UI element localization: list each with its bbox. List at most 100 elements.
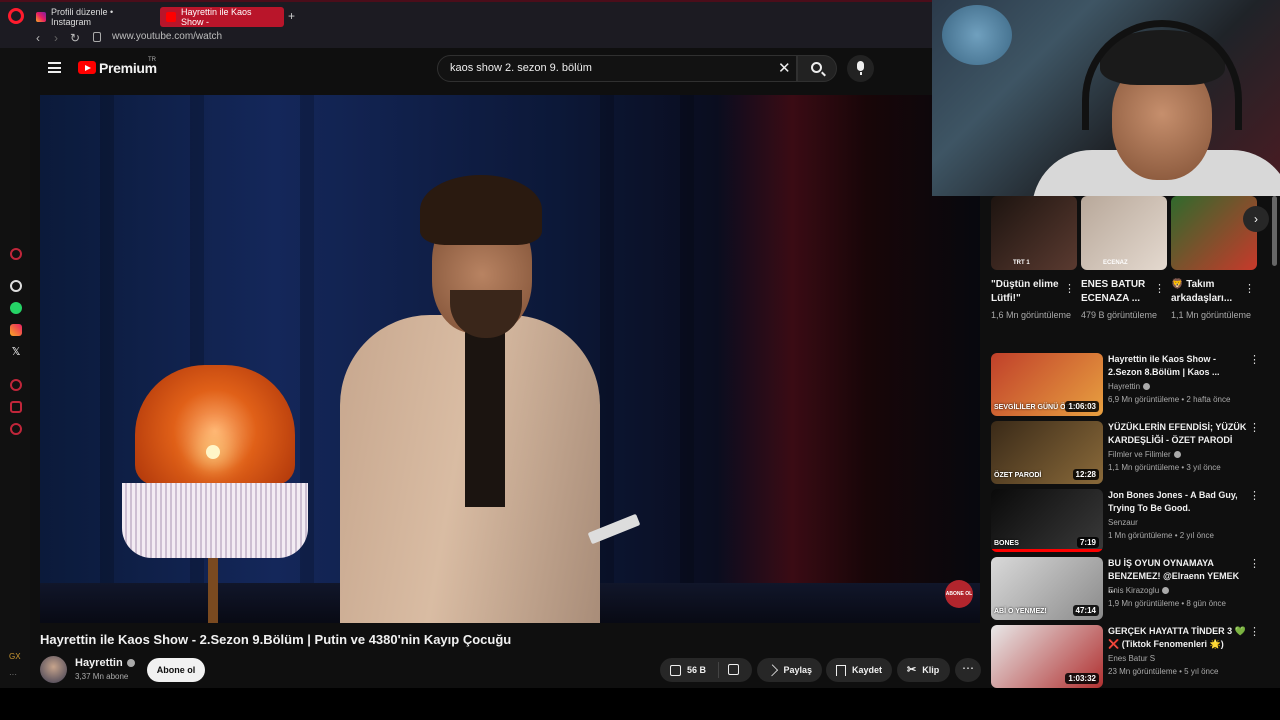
- x-twitter-icon[interactable]: 𝕏: [10, 346, 22, 358]
- save-button[interactable]: Kaydet: [826, 658, 892, 682]
- whatsapp-icon[interactable]: [10, 302, 22, 314]
- search-button[interactable]: [797, 55, 837, 82]
- curtain-fold: [100, 95, 114, 623]
- recommendation-thumbnail-4[interactable]: 1:03:32: [991, 625, 1103, 688]
- scissors-icon: ✂: [907, 663, 917, 676]
- sidebar-more-icon[interactable]: ···: [9, 670, 17, 679]
- forward-arrow-icon[interactable]: ›: [54, 30, 58, 46]
- verified-icon: [1173, 451, 1181, 459]
- channel-name-text[interactable]: Hayrettin: [75, 657, 123, 669]
- recommendation-thumbnail-3[interactable]: ABİ O YENMEZ! 47:14: [991, 557, 1103, 620]
- like-icon[interactable]: [670, 664, 681, 676]
- short-thumbnail-0[interactable]: TRT 1: [991, 196, 1077, 270]
- verified-icon: [1143, 383, 1151, 391]
- recommendation-title[interactable]: GERÇEK HAYATTA TİNDER 3 💚 ❌ (Tiktok Feno…: [1108, 625, 1248, 651]
- url-field[interactable]: www.youtube.com/watch: [112, 31, 222, 42]
- recommendation-title[interactable]: Hayrettin ile Kaos Show - 2.Sezon 8.Bölü…: [1108, 353, 1248, 379]
- short-menu-icon[interactable]: ⋮: [1064, 282, 1075, 295]
- reload-icon[interactable]: ↻: [70, 30, 80, 46]
- subscribe-button[interactable]: Abone ol: [147, 658, 205, 682]
- speed-dial-icon[interactable]: [10, 248, 22, 260]
- recommendation-menu-icon[interactable]: ⋮: [1249, 353, 1260, 366]
- new-tab-plus-icon[interactable]: +: [288, 10, 295, 22]
- tab-label: Hayrettin ile Kaos Show -: [181, 7, 252, 27]
- microphone-icon: [857, 61, 864, 75]
- short-title[interactable]: ENES BATUR ECENAZA ...: [1081, 278, 1151, 306]
- short-card[interactable]: ECENAZ ENES BATUR ECENAZA ... 479 B görü…: [1081, 196, 1167, 322]
- subscribe-watermark[interactable]: ABONE OL: [945, 580, 973, 608]
- short-title[interactable]: 🦁 Takım arkadaşları...: [1171, 278, 1241, 306]
- shelf-next-arrow-icon[interactable]: ›: [1243, 206, 1269, 232]
- bottom-black-bar: [0, 688, 1280, 720]
- recommendation-thumbnail-2[interactable]: BONES 7:19: [991, 489, 1103, 552]
- recommendation-item[interactable]: 1:03:32 GERÇEK HAYATTA TİNDER 3 💚 ❌ (Tik…: [991, 625, 1274, 689]
- recommendation-menu-icon[interactable]: ⋮: [1249, 625, 1260, 638]
- recommendation-menu-icon[interactable]: ⋮: [1249, 421, 1260, 434]
- channel-text[interactable]: Hayrettin: [1108, 382, 1140, 391]
- short-thumbnail-1[interactable]: ECENAZ: [1081, 196, 1167, 270]
- recommendation-title[interactable]: YÜZÜKLERİN EFENDİSİ; YÜZÜK KARDEŞLİĞİ - …: [1108, 421, 1248, 447]
- recommendation-meta: 23 Mn görüntüleme • 5 yıl önce: [1108, 667, 1219, 676]
- back-arrow-icon[interactable]: ‹: [36, 30, 40, 46]
- plush-toy: [942, 5, 1012, 65]
- recommendation-menu-icon[interactable]: ⋮: [1249, 557, 1260, 570]
- chatgpt-icon[interactable]: [10, 280, 22, 292]
- tab-label: Profili düzenle • Instagram: [51, 7, 114, 27]
- recommendation-channel[interactable]: Hayrettin: [1108, 382, 1151, 391]
- voice-search-button[interactable]: [847, 55, 874, 82]
- recommendation-thumbnail-1[interactable]: ÖZET PARODİ 12:28: [991, 421, 1103, 484]
- recommendation-channel[interactable]: Filmler ve Filimler: [1108, 450, 1181, 459]
- more-actions-icon[interactable]: ⋯: [955, 658, 981, 682]
- instagram-sidebar-icon[interactable]: [10, 324, 22, 336]
- recommendation-channel[interactable]: Senzaur: [1108, 518, 1138, 527]
- subscriber-count: 3,37 Mn abone: [75, 672, 129, 681]
- recommendation-item[interactable]: BONES 7:19 Jon Bones Jones - A Bad Guy, …: [991, 489, 1274, 553]
- recommendation-menu-icon[interactable]: ⋮: [1249, 489, 1260, 502]
- search-input[interactable]: kaos show 2. sezon 9. bölüm ✕: [437, 55, 797, 82]
- lamp-shade: [135, 365, 295, 485]
- short-tag: TRT 1: [1013, 260, 1030, 266]
- divider: [718, 662, 719, 678]
- tab-youtube-active[interactable]: Hayrettin ile Kaos Show -: [160, 7, 284, 27]
- channel-text[interactable]: Filmler ve Filimler: [1108, 450, 1171, 459]
- youtube-logo-icon[interactable]: [78, 61, 96, 74]
- recommendation-channel[interactable]: Enis Kirazoglu: [1108, 586, 1170, 595]
- recommendation-item[interactable]: ÖZET PARODİ 12:28 YÜZÜKLERİN EFENDİSİ; Y…: [991, 421, 1274, 485]
- menu-hamburger-icon[interactable]: [48, 62, 61, 73]
- recommendation-item[interactable]: ABİ O YENMEZ! 47:14 BU İŞ OYUN OYNAMAYA …: [991, 557, 1274, 621]
- thumbnail-caption: BONES: [994, 540, 1019, 547]
- lamp-pole: [208, 558, 218, 623]
- video-duration: 7:19: [1076, 537, 1099, 548]
- video-title: Hayrettin ile Kaos Show - 2.Sezon 9.Bölü…: [40, 632, 512, 647]
- short-card[interactable]: TRT 1 "Düştün elime Lütfi!" 1,6 Mn görün…: [991, 196, 1077, 322]
- recommendation-thumbnail-0[interactable]: SEVGİLİLER GÜNÜ ÖZEL 1:06:03: [991, 353, 1103, 416]
- recommendation-channel[interactable]: Enes Batur S: [1108, 654, 1155, 663]
- share-button[interactable]: Paylaş: [757, 658, 822, 682]
- dislike-icon[interactable]: [728, 664, 739, 675]
- channel-avatar[interactable]: [40, 656, 67, 683]
- recommendation-title[interactable]: Jon Bones Jones - A Bad Guy, Trying To B…: [1108, 489, 1248, 515]
- clip-button[interactable]: ✂ Klip: [897, 658, 950, 682]
- flow-icon[interactable]: [10, 401, 22, 413]
- short-menu-icon[interactable]: ⋮: [1244, 282, 1255, 295]
- like-count[interactable]: 56 B: [687, 665, 706, 675]
- short-menu-icon[interactable]: ⋮: [1154, 282, 1165, 295]
- settings-gear-icon[interactable]: [10, 423, 22, 435]
- player-icon[interactable]: [10, 379, 22, 391]
- recommendation-meta: 1,1 Mn görüntüleme • 3 yıl önce: [1108, 463, 1221, 472]
- tab-instagram[interactable]: Profili düzenle • Instagram: [30, 7, 158, 27]
- shelf-scrollbar[interactable]: [1272, 196, 1277, 266]
- short-thumbnail-2[interactable]: [1171, 196, 1257, 270]
- video-player[interactable]: ABONE OL: [40, 95, 980, 623]
- short-title[interactable]: "Düştün elime Lütfi!": [991, 278, 1061, 306]
- opera-logo-icon[interactable]: [8, 8, 24, 24]
- headset: [1082, 20, 1242, 130]
- youtube-favicon-icon: [166, 12, 176, 22]
- channel-name[interactable]: Hayrettin: [75, 657, 135, 669]
- instagram-icon: [36, 12, 46, 22]
- recommendation-item[interactable]: SEVGİLİLER GÜNÜ ÖZEL 1:06:03 Hayrettin i…: [991, 353, 1274, 417]
- channel-text[interactable]: Enis Kirazoglu: [1108, 586, 1159, 595]
- search-query[interactable]: kaos show 2. sezon 9. bölüm: [450, 62, 592, 74]
- video-duration: 47:14: [1072, 605, 1099, 616]
- clear-search-icon[interactable]: ✕: [778, 59, 791, 77]
